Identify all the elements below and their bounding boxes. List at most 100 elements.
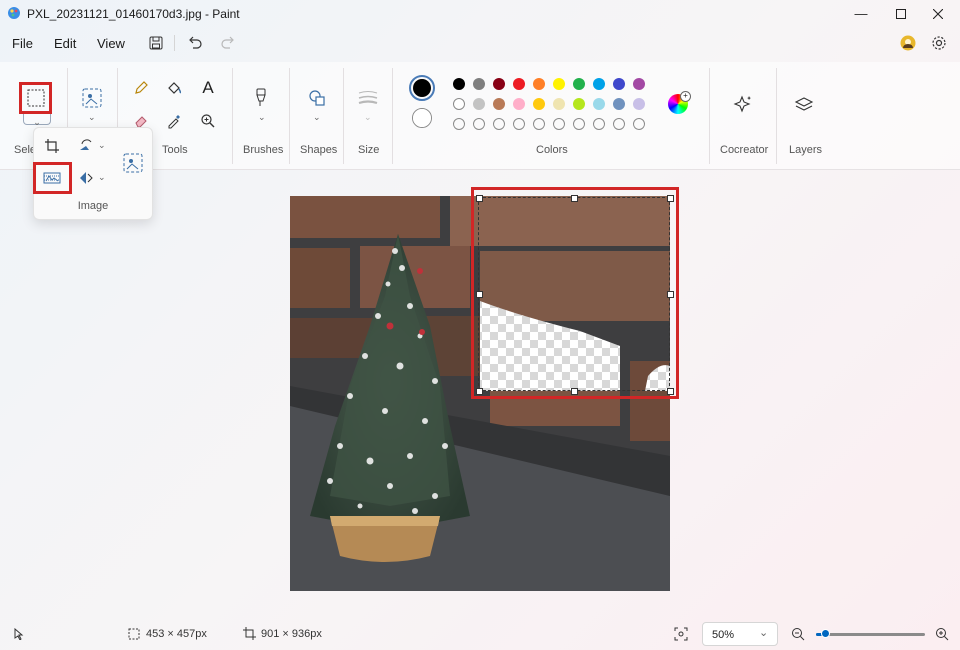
fill-tool-button[interactable]	[162, 76, 186, 100]
menu-view[interactable]: View	[97, 36, 125, 51]
flip-button[interactable]	[74, 166, 98, 190]
selection-marquee[interactable]	[478, 197, 670, 391]
selection-handle[interactable]	[571, 388, 578, 395]
cocreator-button[interactable]	[731, 93, 755, 117]
zoom-slider-thumb[interactable]	[820, 629, 830, 638]
crop-icon	[45, 139, 59, 153]
pencil-tool-button[interactable]	[129, 76, 153, 100]
selection-handle[interactable]	[667, 291, 674, 298]
palette-color-swatch[interactable]	[533, 98, 545, 110]
redo-button[interactable]	[218, 33, 238, 53]
palette-color-swatch[interactable]	[553, 98, 565, 110]
text-tool-button[interactable]: A	[196, 76, 220, 100]
edit-colors-button[interactable]: +	[668, 91, 691, 114]
remove-background-button[interactable]	[40, 166, 64, 190]
selection-handle[interactable]	[476, 291, 483, 298]
color-picker-button[interactable]	[162, 109, 186, 133]
brushes-group-label: Brushes	[243, 144, 284, 156]
custom-color-slot[interactable]	[513, 118, 525, 130]
primary-color-button[interactable]	[409, 75, 435, 101]
ribbon-divider	[232, 68, 233, 164]
menu-file[interactable]: File	[12, 36, 33, 51]
resize-button[interactable]	[121, 151, 145, 175]
selection-handle[interactable]	[476, 195, 483, 202]
custom-color-slot[interactable]	[533, 118, 545, 130]
palette-color-swatch[interactable]	[613, 78, 625, 90]
save-button[interactable]	[146, 33, 166, 53]
layers-icon	[794, 97, 814, 111]
brush-icon	[256, 88, 266, 106]
palette-color-swatch[interactable]	[593, 78, 605, 90]
palette-color-swatch[interactable]	[513, 78, 525, 90]
undo-button[interactable]	[185, 33, 205, 53]
save-icon	[149, 36, 163, 50]
custom-color-slot[interactable]	[473, 118, 485, 130]
zoom-in-icon[interactable]	[935, 627, 949, 641]
custom-color-slot[interactable]	[493, 118, 505, 130]
ribbon-divider	[343, 68, 344, 164]
close-button[interactable]	[915, 0, 960, 27]
palette-color-swatch[interactable]	[633, 98, 645, 110]
custom-color-slot[interactable]	[573, 118, 585, 130]
palette-color-swatch[interactable]	[613, 98, 625, 110]
image-flyout-label: Image	[77, 200, 109, 212]
ribbon-divider	[776, 68, 777, 164]
shapes-button[interactable]	[305, 86, 329, 110]
size-button[interactable]	[356, 86, 380, 110]
zoom-dropdown[interactable]: 50% ⌄	[702, 622, 778, 646]
palette-color-swatch[interactable]	[493, 98, 505, 110]
palette-color-swatch[interactable]	[533, 78, 545, 90]
palette-color-swatch[interactable]	[593, 98, 605, 110]
menu-divider	[174, 35, 175, 51]
rectangle-select-button[interactable]	[24, 86, 48, 110]
selection-handle[interactable]	[476, 388, 483, 395]
palette-color-swatch[interactable]	[573, 98, 585, 110]
fit-to-window-icon[interactable]	[674, 627, 688, 641]
palette-color-swatch[interactable]	[633, 78, 645, 90]
custom-color-slot[interactable]	[613, 118, 625, 130]
palette-color-swatch[interactable]	[473, 78, 485, 90]
zoom-out-icon[interactable]	[791, 627, 805, 641]
shapes-group-label: Shapes	[300, 144, 338, 156]
custom-color-slot[interactable]	[453, 118, 465, 130]
flip-icon	[80, 172, 93, 184]
settings-button[interactable]	[929, 33, 949, 53]
chevron-down-icon: ⌄	[313, 112, 321, 122]
size-group-label: Size	[358, 144, 380, 156]
selection-handle[interactable]	[667, 195, 674, 202]
palette-color-swatch[interactable]	[473, 98, 485, 110]
custom-color-slot[interactable]	[593, 118, 605, 130]
selection-size-text: 453 × 457px	[146, 628, 207, 640]
rotate-button[interactable]	[74, 134, 98, 158]
palette-color-swatch[interactable]	[553, 78, 565, 90]
selection-handle[interactable]	[571, 195, 578, 202]
magnifier-tool-button[interactable]	[196, 109, 220, 133]
cursor-position-icon	[14, 628, 24, 640]
palette-color-swatch[interactable]	[453, 78, 465, 90]
menu-edit[interactable]: Edit	[54, 36, 76, 51]
layers-button[interactable]	[792, 93, 816, 117]
select-dropdown-button[interactable]: ⌄	[23, 114, 51, 127]
text-a-icon: A	[202, 78, 214, 97]
crop-button[interactable]	[40, 134, 64, 158]
palette-color-swatch[interactable]	[493, 78, 505, 90]
palette-color-swatch[interactable]	[513, 98, 525, 110]
image-group-button[interactable]	[80, 86, 104, 110]
ribbon-divider	[392, 68, 393, 164]
paint-bucket-icon	[168, 82, 182, 94]
zoom-slider[interactable]	[816, 629, 925, 638]
brushes-button[interactable]	[249, 86, 273, 110]
custom-color-slot[interactable]	[553, 118, 565, 130]
canvas-size-icon	[243, 627, 256, 640]
colors-group-label: Colors	[536, 144, 568, 156]
chevron-down-icon: ⌄	[88, 112, 96, 122]
zoom-value: 50%	[712, 629, 735, 641]
selection-handle[interactable]	[667, 388, 674, 395]
custom-color-slot[interactable]	[633, 118, 645, 130]
palette-color-swatch[interactable]	[573, 78, 585, 90]
account-button[interactable]	[898, 33, 918, 53]
title-bar: PXL_20231121_01460170d3.jpg - Paint —	[0, 0, 960, 27]
secondary-color-button[interactable]	[412, 108, 432, 128]
plus-icon: +	[680, 91, 691, 102]
palette-color-swatch[interactable]	[453, 98, 465, 110]
